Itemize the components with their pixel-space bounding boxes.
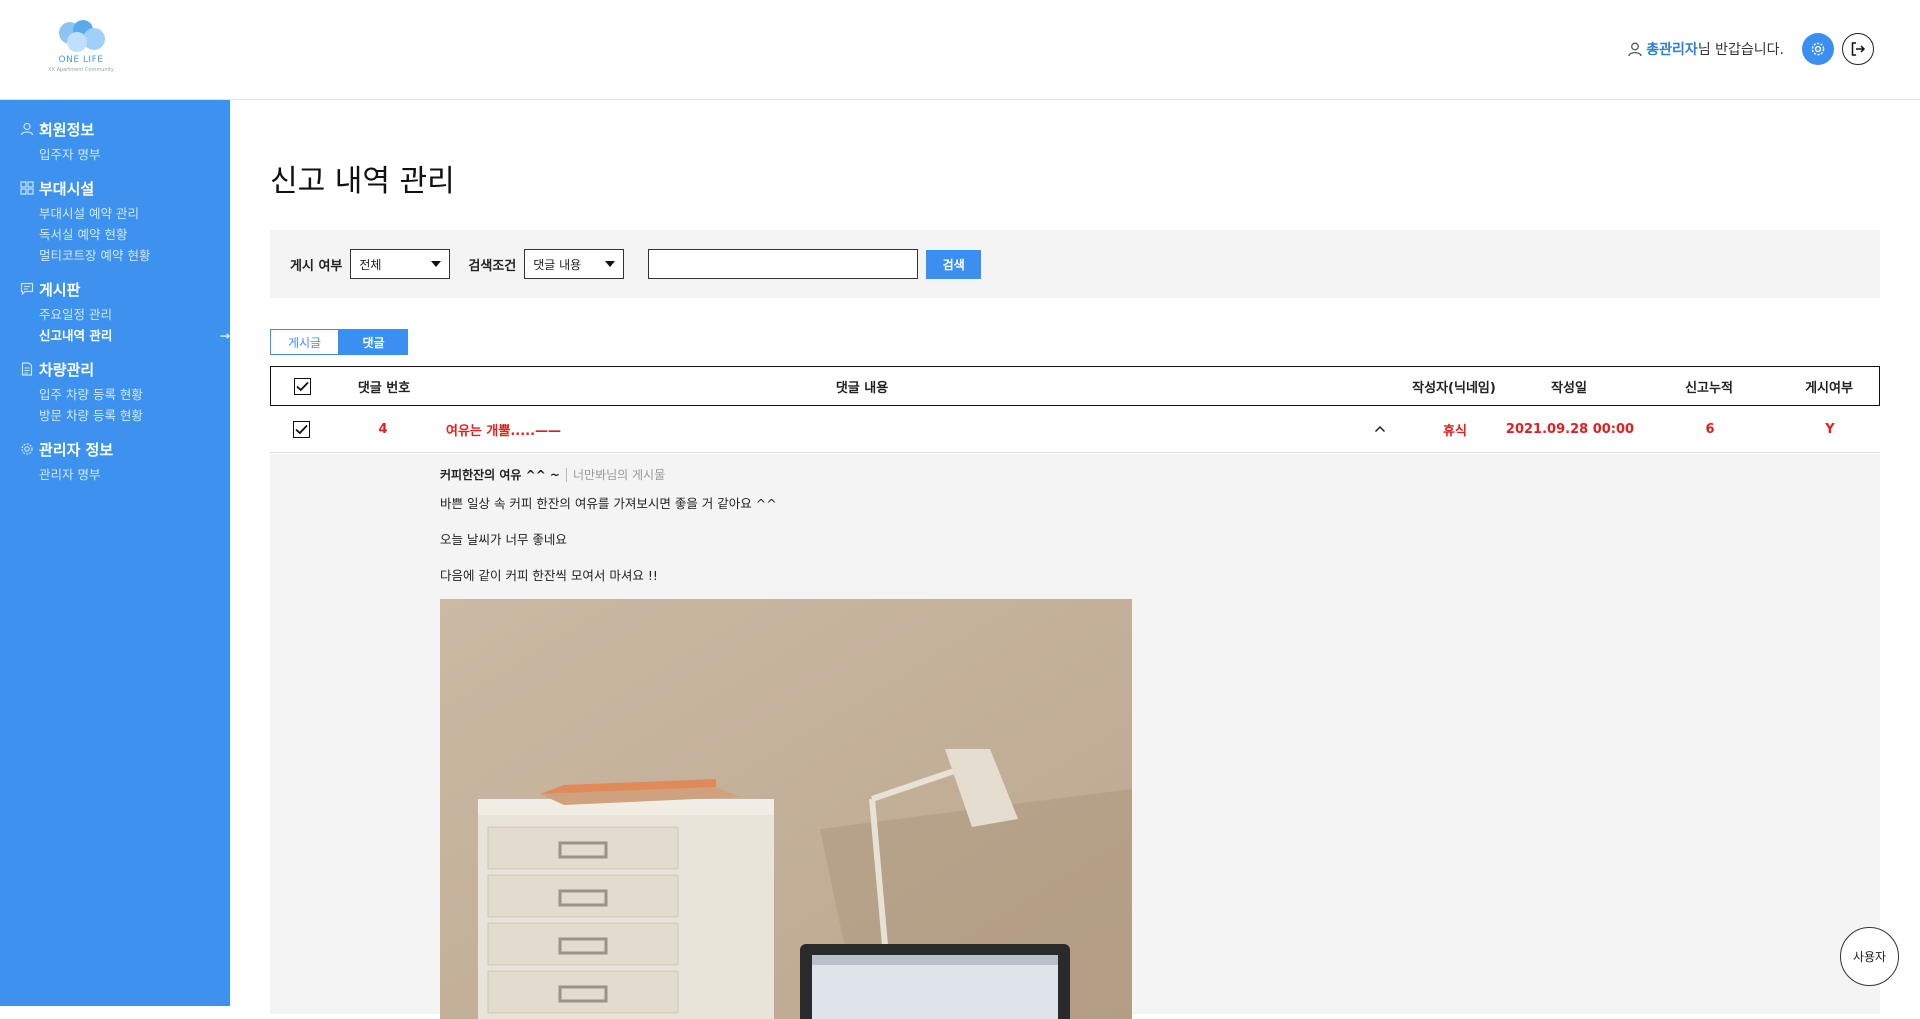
posted-filter-select[interactable]: 전체 (350, 249, 451, 279)
row-date: 2021.09.28 00:00 (1505, 421, 1635, 437)
header-date: 작성일 (1551, 380, 1587, 396)
arrow-right-icon: → (219, 328, 230, 343)
logo-mark (53, 20, 109, 52)
main-content: 신고 내역 관리 게시 여부 전체 검색조건 댓글 내용 검색 게시글 댓글 댓… (230, 100, 1920, 1019)
posted-filter-value: 전체 (359, 257, 382, 272)
posted-filter-label: 게시 여부 (290, 258, 343, 274)
sidebar-item-schedule[interactable]: 주요일정 관리 (39, 304, 230, 325)
tab-posts[interactable]: 게시글 (270, 329, 339, 355)
sidebar-item-reading-room[interactable]: 독서실 예약 현황 (39, 224, 230, 245)
sidebar-title-label: 부대시설 (39, 179, 95, 198)
sidebar-group-member: 회원정보 입주자 명부 (0, 118, 230, 165)
sidebar-item-report-history[interactable]: 신고내역 관리 → (39, 325, 230, 346)
user-icon (20, 122, 34, 136)
gear-icon (1810, 41, 1826, 57)
report-table: 댓글 번호 댓글 내용 작성자(닉네임) 작성일 신고누적 게시여부 4 여유는… (270, 366, 1880, 453)
condition-select[interactable]: 댓글 내용 (524, 249, 625, 279)
row-posted: Y (1825, 421, 1835, 437)
user-mode-button[interactable]: 사용자 (1840, 927, 1899, 986)
detail-header: 커피한잔의 여유 ^^ ~ 너만봐님의 게시물 (440, 466, 665, 483)
sidebar-item-resident-list[interactable]: 입주자 명부 (39, 144, 230, 165)
chevron-up-icon[interactable] (1350, 422, 1410, 437)
row-content: 여유는 개뿔.....—— (446, 423, 562, 439)
header-number: 댓글 번호 (357, 380, 411, 396)
message-icon (20, 282, 34, 296)
select-all-checkbox[interactable] (293, 377, 311, 395)
sidebar-group-board: 게시판 주요일정 관리 신고내역 관리 → (0, 278, 230, 346)
sidebar-title-member[interactable]: 회원정보 (20, 118, 230, 140)
user-icon (1628, 42, 1642, 57)
page-title: 신고 내역 관리 (270, 164, 455, 199)
search-input[interactable] (648, 249, 919, 279)
sidebar-title-facility[interactable]: 부대시설 (20, 177, 230, 199)
sidebar-item-facility-reservation[interactable]: 부대시설 예약 관리 (39, 203, 230, 224)
search-panel: 게시 여부 전체 검색조건 댓글 내용 검색 (270, 230, 1880, 298)
tab-comments[interactable]: 댓글 (339, 329, 408, 355)
sidebar-item-resident-vehicles[interactable]: 입주 차량 등록 현황 (39, 384, 230, 405)
logout-icon (1850, 41, 1866, 57)
detail-line: 오늘 날씨가 너무 좋네요 (440, 532, 567, 547)
sidebar-title-board[interactable]: 게시판 (20, 278, 230, 300)
table-header: 댓글 번호 댓글 내용 작성자(닉네임) 작성일 신고누적 게시여부 (270, 366, 1880, 406)
sidebar-group-vehicle: 차량관리 입주 차량 등록 현황 방문 차량 등록 현황 (0, 358, 230, 426)
sidebar-title-label: 게시판 (39, 280, 81, 299)
row-detail-panel: 커피한잔의 여유 ^^ ~ 너만봐님의 게시물 바쁜 일상 속 커피 한잔의 여… (270, 454, 1880, 1019)
sidebar-item-visitor-vehicles[interactable]: 방문 차량 등록 현황 (39, 405, 230, 426)
gear-icon (20, 442, 34, 456)
sidebar-title-admin[interactable]: 관리자 정보 (20, 438, 230, 460)
row-author: 휴식 (1443, 423, 1467, 439)
sidebar-title-vehicle[interactable]: 차량관리 (20, 358, 230, 380)
sidebar-title-label: 관리자 정보 (39, 440, 114, 459)
logo[interactable]: ONE LIFE XX Apartment Community (46, 20, 116, 80)
content-tabs: 게시글 댓글 (270, 329, 408, 355)
header-author: 작성자(닉네임) (1412, 380, 1496, 396)
sidebar-item-multi-court[interactable]: 멀티코트장 예약 현황 (39, 245, 230, 266)
header-reports: 신고누적 (1685, 380, 1733, 396)
grid-icon (20, 181, 34, 195)
condition-value: 댓글 내용 (533, 257, 582, 272)
row-reports: 6 (1705, 421, 1715, 437)
header-user-area: 총관리자 님 반갑습니다. (1628, 32, 1874, 66)
settings-button[interactable] (1802, 33, 1834, 65)
header-posted: 게시여부 (1805, 380, 1853, 396)
post-title: 커피한잔의 여유 ^^ ~ (440, 468, 560, 482)
sidebar-group-facility: 부대시설 부대시설 예약 관리 독서실 예약 현황 멀티코트장 예약 현황 (0, 177, 230, 266)
sidebar-item-label: 신고내역 관리 (39, 328, 113, 343)
post-photo (440, 599, 1132, 1019)
greeting: 총관리자 님 반갑습니다. (1628, 39, 1784, 59)
header-content: 댓글 내용 (835, 380, 889, 396)
sidebar-title-label: 회원정보 (39, 120, 95, 139)
sidebar: 회원정보 입주자 명부 부대시설 부대시설 예약 관리 독서실 예약 현황 멀티… (0, 100, 230, 1006)
sidebar-group-admin: 관리자 정보 관리자 명부 (0, 438, 230, 485)
logo-name: ONE LIFE (58, 55, 104, 65)
post-author: 너만봐님의 게시물 (572, 468, 666, 482)
table-row[interactable]: 4 여유는 개뿔.....—— 휴식 2021.09.28 00:00 6 Y (270, 406, 1880, 453)
sidebar-item-admin-list[interactable]: 관리자 명부 (39, 464, 230, 485)
logo-subtitle: XX Apartment Community (48, 67, 114, 73)
search-button[interactable]: 검색 (926, 249, 982, 279)
app-header: ONE LIFE XX Apartment Community 총관리자 님 반… (0, 0, 1920, 100)
greeting-suffix: 님 반갑습니다. (1697, 42, 1784, 58)
sidebar-title-label: 차량관리 (39, 360, 95, 379)
admin-name: 총관리자 (1646, 42, 1698, 58)
row-checkbox[interactable] (292, 420, 310, 438)
document-icon (20, 362, 34, 376)
caret-down-icon (431, 261, 442, 267)
detail-line: 다음에 같이 커피 한잔씩 모여서 마셔요 !! (440, 568, 658, 583)
caret-down-icon (605, 261, 616, 267)
divider (565, 467, 567, 482)
logout-button[interactable] (1842, 33, 1874, 65)
condition-label: 검색조건 (468, 258, 517, 274)
row-number: 4 (378, 421, 388, 437)
detail-line: 바쁜 일상 속 커피 한잔의 여유를 가져보시면 좋을 거 같아요 ^^ (440, 496, 777, 511)
